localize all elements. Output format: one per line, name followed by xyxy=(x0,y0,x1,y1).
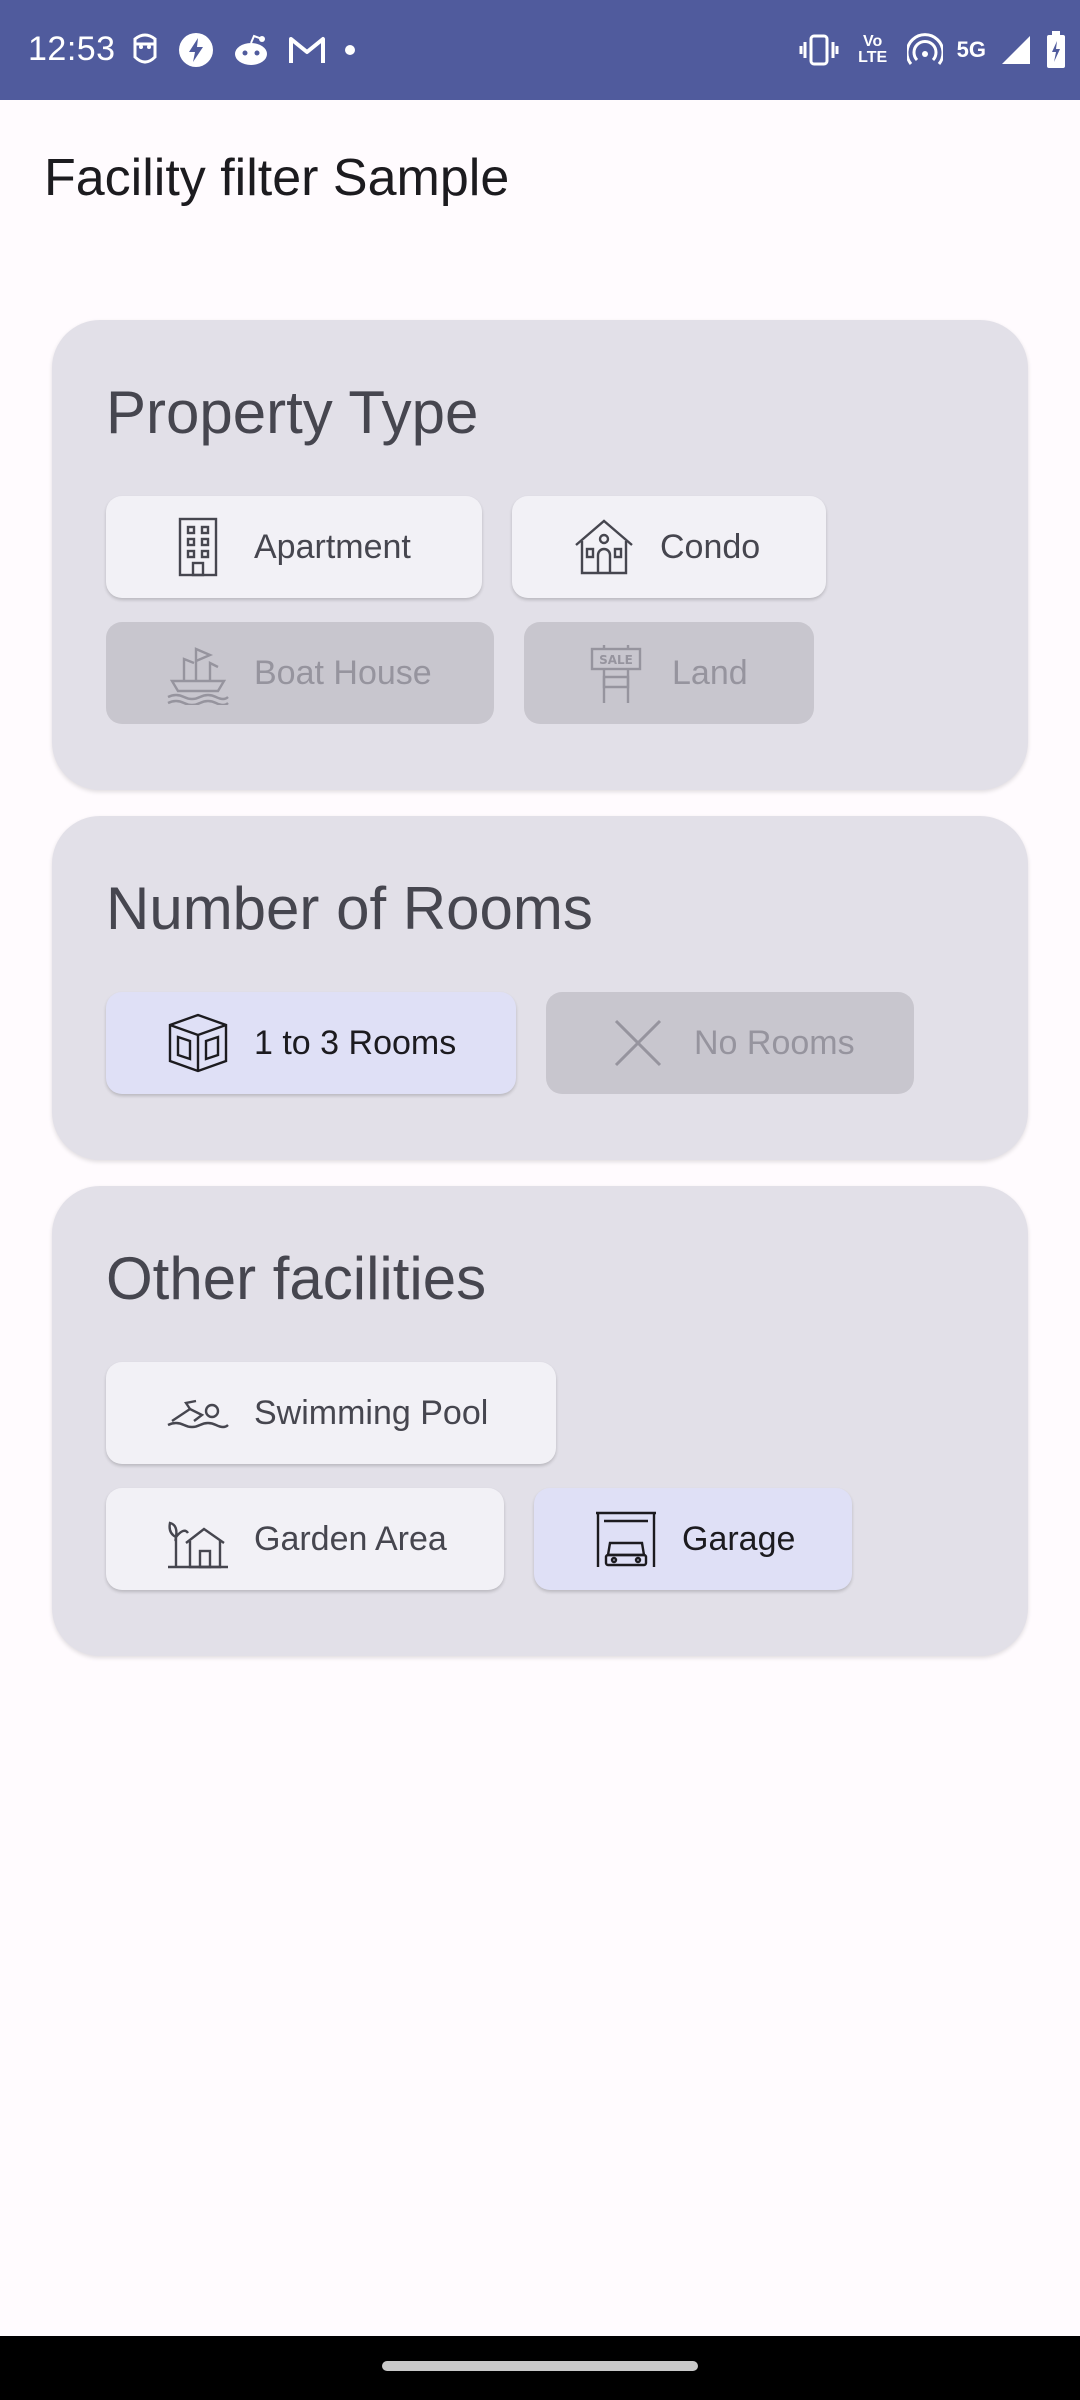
chip-swimming-pool[interactable]: Swimming Pool xyxy=(106,1362,556,1464)
svg-text:SALE: SALE xyxy=(599,653,633,667)
chip-garden-area[interactable]: Garden Area xyxy=(106,1488,504,1590)
apartment-building-icon xyxy=(166,515,230,579)
chip-label: Garage xyxy=(682,1519,796,1558)
facilities-card: Other facilities Swimming Pool Garden Ar… xyxy=(52,1186,1028,1656)
status-bar: 12:53 Vo LTE 5G xyxy=(0,0,1080,100)
hotspot-icon xyxy=(906,32,943,68)
chip-apartment[interactable]: Apartment xyxy=(106,496,482,598)
5g-icon: 5G xyxy=(956,37,986,62)
chip-condo[interactable]: Condo xyxy=(512,496,826,598)
bolt-circle-icon xyxy=(178,32,214,68)
condo-house-icon xyxy=(572,515,636,579)
chip-label: Garden Area xyxy=(254,1519,447,1558)
room-cube-icon xyxy=(166,1011,230,1075)
dot-icon xyxy=(344,44,356,56)
home-gesture-handle[interactable] xyxy=(382,2361,698,2371)
status-time: 12:53 xyxy=(28,30,116,68)
volte-icon: Vo LTE xyxy=(858,33,888,66)
battery-charging-icon xyxy=(1046,31,1066,69)
garage-car-icon xyxy=(594,1507,658,1571)
page-title: Facility filter Sample xyxy=(44,149,510,207)
chip-label: Condo xyxy=(660,527,761,566)
garden-house-icon xyxy=(166,1507,230,1571)
chip-label: Apartment xyxy=(254,527,411,566)
close-icon xyxy=(606,1011,670,1075)
rooms-title: Number of Rooms xyxy=(106,875,593,942)
gmail-icon xyxy=(288,35,326,65)
notification-icons xyxy=(130,30,356,70)
chip-label: No Rooms xyxy=(694,1023,855,1062)
face-icon xyxy=(130,33,160,67)
vibrate-icon xyxy=(799,32,839,68)
chip-boat-house: Boat House xyxy=(106,622,494,724)
chip-land: SALE Land xyxy=(524,622,814,724)
reddit-icon xyxy=(232,33,270,67)
sale-sign-icon: SALE xyxy=(584,641,648,705)
chip-label: Land xyxy=(672,653,748,692)
facilities-title: Other facilities xyxy=(106,1245,487,1312)
property-type-card: Property Type Apartment Condo Boat House… xyxy=(52,320,1028,790)
chip-1-to-3-rooms[interactable]: 1 to 3 Rooms xyxy=(106,992,516,1094)
chip-label: 1 to 3 Rooms xyxy=(254,1023,457,1062)
swimmer-icon xyxy=(166,1381,230,1445)
rooms-card: Number of Rooms 1 to 3 Rooms No Rooms xyxy=(52,816,1028,1160)
chip-label: Boat House xyxy=(254,653,432,692)
boat-icon xyxy=(166,641,230,705)
signal-icon xyxy=(1000,34,1032,66)
chip-no-rooms: No Rooms xyxy=(546,992,914,1094)
chip-garage[interactable]: Garage xyxy=(534,1488,852,1590)
chip-label: Swimming Pool xyxy=(254,1393,489,1432)
property-type-title: Property Type xyxy=(106,379,479,446)
system-icons: Vo LTE 5G xyxy=(799,28,1066,72)
